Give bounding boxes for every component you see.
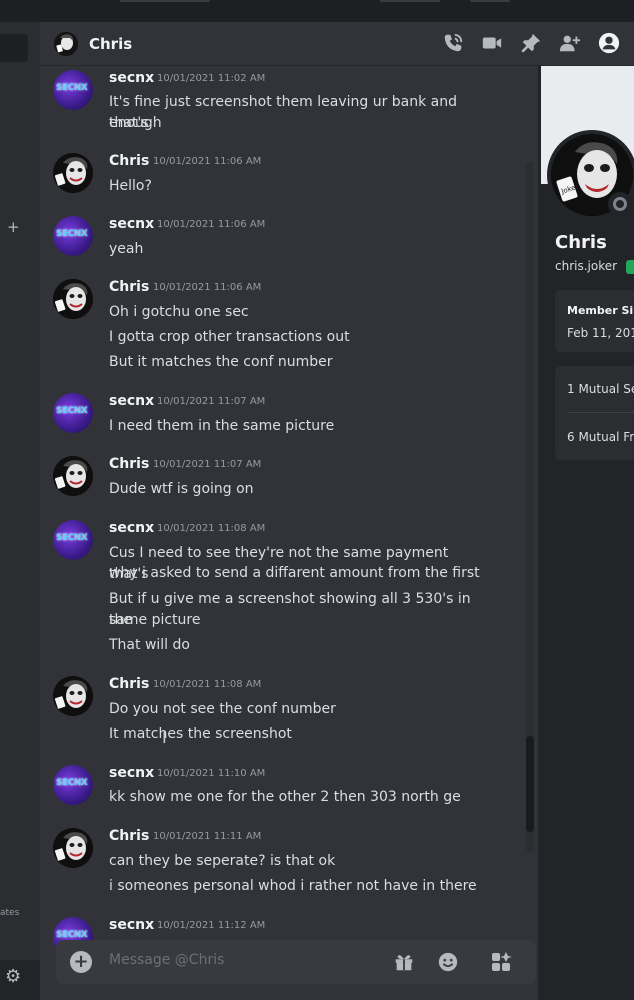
member-since-card: Member Sinc Feb 11, 2016	[555, 290, 634, 352]
message-text: can they be seperate? is that ok	[109, 853, 336, 869]
gear-icon[interactable]: ⚙	[5, 966, 21, 987]
secnx-logo-icon: SECNX	[56, 533, 88, 543]
avatar[interactable]: SECNX	[53, 216, 93, 256]
chat-header: Chris	[40, 22, 634, 66]
avatar[interactable]: SECNX	[53, 70, 93, 110]
message-group[interactable]: Chris 10/01/2021 11:06 AM Oh i gotchu one …	[40, 279, 530, 379]
message-group[interactable]: Chris 10/01/2021 11:08 AM Do you not see t…	[40, 676, 530, 776]
secnx-logo-icon: SECNX	[56, 930, 88, 940]
apps-icon[interactable]	[490, 950, 514, 974]
message-timestamp: 10/01/2021 11:08 AM	[157, 523, 266, 534]
message-author[interactable]: secnx	[109, 70, 154, 86]
message-timestamp: 10/01/2021 11:02 AM	[157, 73, 266, 84]
chat-area: Chris SECNX secnx 10/01/2021 11:02 AM It's …	[40, 22, 634, 1000]
find-conversation-input[interactable]	[0, 34, 28, 62]
message-text: I gotta crop other transactions out	[109, 329, 350, 345]
message-author[interactable]: secnx	[109, 393, 154, 409]
dm-sidebar: + ates ⚙	[0, 22, 40, 1000]
message-group[interactable]: SECNX secnx 10/01/2021 11:08 AM Cus I need …	[40, 520, 530, 653]
mutuals-card: 1 Mutual Se 6 Mutual Fr	[555, 366, 634, 460]
scrollbar-thumb[interactable]	[526, 736, 534, 832]
message-timestamp: 10/01/2021 11:08 AM	[153, 679, 262, 690]
avatar[interactable]	[53, 828, 93, 868]
message-text: Hello?	[109, 178, 152, 194]
avatar[interactable]	[53, 676, 93, 716]
message-list[interactable]: SECNX secnx 10/01/2021 11:02 AM It's fine j…	[40, 66, 538, 948]
message-timestamp: 10/01/2021 11:10 AM	[157, 768, 266, 779]
message-text: why i asked to send a diffarent amount f…	[109, 565, 480, 581]
message-timestamp: 10/01/2021 11:07 AM	[157, 396, 266, 407]
message-author[interactable]: secnx	[109, 917, 154, 933]
message-author[interactable]: Chris	[109, 279, 149, 295]
member-since-value: Feb 11, 2016	[567, 326, 634, 340]
avatar[interactable]: SECNX	[53, 393, 93, 433]
secnx-logo-icon: SECNX	[56, 83, 88, 93]
header-actions	[442, 32, 620, 54]
message-text: i someones personal whod i rather not ha…	[109, 878, 477, 894]
mutual-servers-link[interactable]: 1 Mutual Se	[567, 382, 634, 396]
secnx-logo-icon: SECNX	[56, 229, 88, 239]
message-text: Oh i gotchu one sec	[109, 304, 249, 320]
avatar[interactable]	[54, 32, 78, 56]
message-author[interactable]: Chris	[109, 828, 149, 844]
message-timestamp: 10/01/2021 11:06 AM	[153, 282, 262, 293]
message-timestamp: 10/01/2021 11:06 AM	[157, 219, 266, 230]
message-text: same picture	[109, 612, 201, 628]
video-call-icon[interactable]	[481, 32, 503, 54]
message-text: enough	[109, 115, 162, 131]
member-since-label: Member Sinc	[567, 304, 634, 317]
message-text: I need them in the same picture	[109, 418, 335, 434]
add-friends-to-dm-icon[interactable]	[559, 32, 581, 54]
avatar[interactable]	[53, 153, 93, 193]
avatar[interactable]	[53, 279, 93, 319]
message-author[interactable]: secnx	[109, 765, 154, 781]
page-title: Chris	[89, 35, 133, 53]
mutual-friends-link[interactable]: 6 Mutual Fr	[567, 430, 634, 444]
avatar[interactable]: SECNX	[53, 520, 93, 560]
message-group[interactable]: Chris 10/01/2021 11:11 AM can they be sepe…	[40, 828, 530, 928]
gift-icon[interactable]	[392, 950, 416, 974]
top-strip-shape	[120, 0, 210, 2]
message-text: But it matches the conf number	[109, 354, 333, 370]
voice-call-icon[interactable]	[442, 32, 464, 54]
message-author[interactable]: secnx	[109, 216, 154, 232]
profile-username: chris.joker	[555, 259, 618, 273]
sidebar-rates-label: ates	[0, 908, 20, 918]
message-text: Dude wtf is going on	[109, 481, 254, 497]
user-profile-panel: Joker Chris chris.joker Member Sinc Feb …	[538, 66, 634, 1000]
message-author[interactable]: secnx	[109, 520, 154, 536]
message-timestamp: 10/01/2021 11:07 AM	[153, 459, 262, 470]
profile-display-name: Chris	[555, 232, 607, 253]
avatar[interactable]: SECNX	[53, 765, 93, 805]
divider	[567, 412, 634, 413]
message-author[interactable]: Chris	[109, 456, 149, 472]
message-text: Do you not see the conf number	[109, 701, 336, 717]
message-text: kk show me one for the other 2 then 303 …	[109, 789, 461, 805]
joker-avatar-icon	[54, 32, 78, 56]
top-strip-shape	[470, 0, 510, 2]
message-author[interactable]: Chris	[109, 153, 149, 169]
pin-icon[interactable]	[520, 32, 542, 54]
secnx-logo-icon: SECNX	[56, 406, 88, 416]
window-top-strip	[0, 0, 634, 22]
message-timestamp: 10/01/2021 11:12 AM	[157, 920, 266, 931]
message-composer[interactable]: + Message @Chris	[56, 940, 536, 984]
text-cursor-icon: I	[162, 728, 167, 747]
avatar[interactable]	[53, 456, 93, 496]
message-input[interactable]: Message @Chris	[109, 952, 224, 968]
message-text: That will do	[109, 637, 190, 653]
upload-plus-icon[interactable]: +	[70, 951, 92, 973]
secnx-logo-icon: SECNX	[56, 778, 88, 788]
emoji-icon[interactable]	[436, 950, 460, 974]
create-dm-plus-icon[interactable]: +	[7, 218, 20, 236]
message-timestamp: 10/01/2021 11:06 AM	[153, 156, 262, 167]
message-timestamp: 10/01/2021 11:11 AM	[153, 831, 262, 842]
user-profile-icon[interactable]	[598, 32, 620, 54]
message-text: yeah	[109, 241, 144, 257]
nitro-badge-icon	[626, 260, 634, 274]
status-offline-indicator	[608, 192, 632, 216]
top-strip-shape	[380, 0, 440, 2]
message-author[interactable]: Chris	[109, 676, 149, 692]
